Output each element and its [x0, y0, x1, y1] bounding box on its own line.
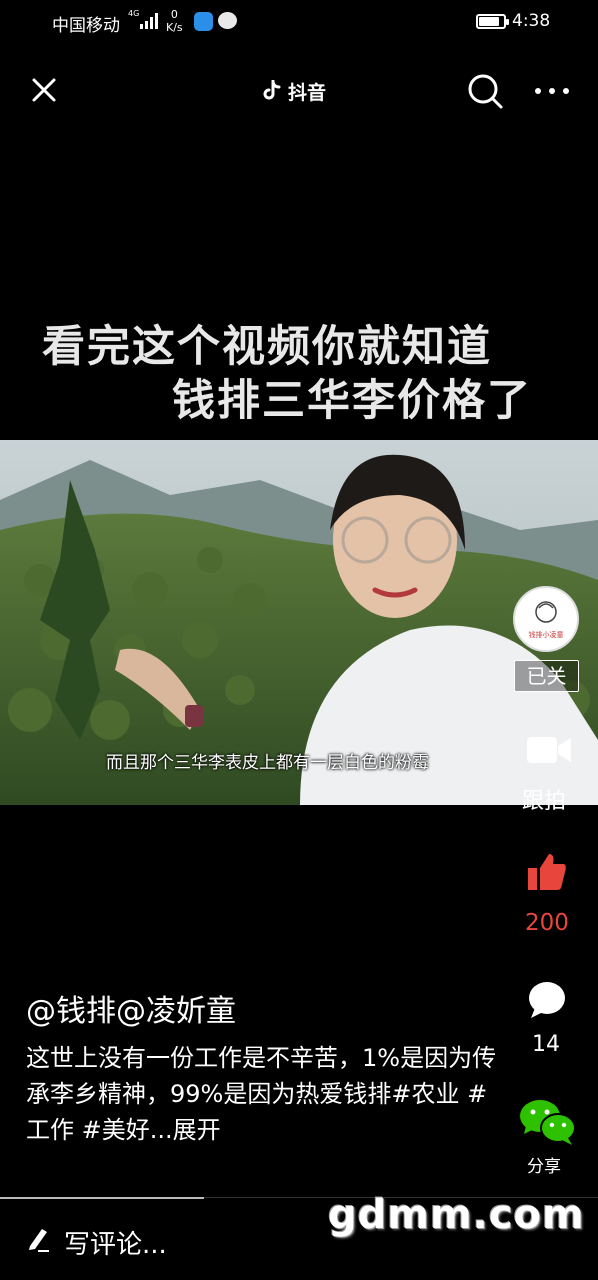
video-caption-line1: 看完这个视频你就知道: [42, 322, 492, 372]
more-icon[interactable]: [532, 78, 572, 104]
close-icon[interactable]: [28, 74, 60, 106]
video-caption-line2: 钱排三华李价格了: [172, 376, 532, 426]
app-brand: 抖音: [262, 76, 326, 106]
author-name[interactable]: @钱排@凌妡童: [26, 986, 236, 1030]
network-speed: 0 K/s: [166, 8, 183, 34]
like-count: 200: [525, 910, 569, 936]
comment-count: 14: [532, 1032, 560, 1057]
signal-icon: [140, 13, 158, 29]
network-speed-value: 0: [170, 8, 178, 21]
battery-level: [479, 17, 499, 26]
message-notification-icon: [218, 12, 237, 29]
battery-icon: [476, 14, 509, 29]
network-speed-unit: K/s: [166, 21, 183, 34]
follow-button[interactable]: 已关: [514, 660, 579, 692]
comment-input[interactable]: 写评论...: [64, 1224, 167, 1261]
network-type: 4G: [128, 9, 140, 18]
clock: 4:38: [512, 11, 551, 31]
notification-app-icon: [194, 12, 213, 31]
search-icon[interactable]: [466, 72, 504, 110]
comment-bubble-icon[interactable]: [527, 980, 567, 1020]
avatar-logo-icon: [535, 601, 557, 623]
camera-icon[interactable]: [527, 735, 571, 765]
follow-shot-label[interactable]: 跟拍: [522, 783, 566, 815]
video-subtitle: 而且那个三华李表皮上都有一层白色的粉霉: [106, 753, 429, 773]
pen-icon: [29, 1229, 49, 1252]
avatar-text: 钱排小凌童: [528, 631, 564, 639]
post-description[interactable]: 这世上没有一份工作是不辛苦，1%是因为传承李乡精神，99%是因为热爱钱排#农业 …: [26, 1040, 506, 1148]
carrier-name: 中国移动: [52, 16, 120, 36]
status-bar: 中国移动 4G 0 K/s 4:38: [0, 0, 598, 46]
author-avatar[interactable]: 钱排小凌童: [513, 586, 579, 652]
thumbs-up-icon[interactable]: [527, 852, 567, 892]
brand-name: 抖音: [288, 81, 327, 104]
share-label[interactable]: 分享: [527, 1152, 561, 1177]
site-watermark: gdmm.com: [328, 1192, 585, 1238]
douyin-logo-icon: [263, 80, 281, 100]
wechat-share-icon[interactable]: [518, 1098, 576, 1146]
progress-divider: [0, 1197, 204, 1199]
